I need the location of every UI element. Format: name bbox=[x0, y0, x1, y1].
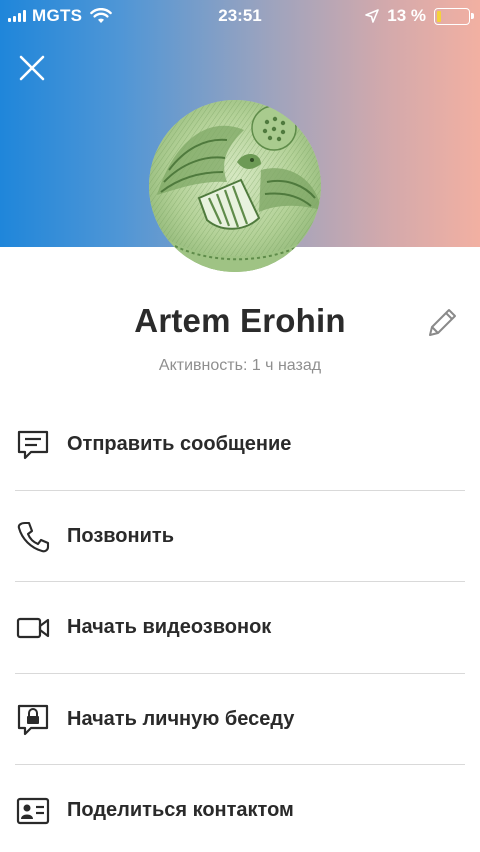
start-video-call-button[interactable]: Начать видеозвонок bbox=[0, 582, 480, 674]
locked-chat-icon bbox=[17, 704, 49, 735]
message-icon bbox=[17, 430, 49, 460]
close-icon[interactable] bbox=[16, 52, 48, 84]
avatar[interactable] bbox=[149, 100, 321, 272]
phone-icon bbox=[17, 521, 50, 552]
avatar-image bbox=[149, 100, 321, 272]
location-arrow-icon bbox=[365, 9, 380, 23]
menu-item-label: Отправить сообщение bbox=[67, 433, 292, 455]
menu-item-label: Позвонить bbox=[67, 524, 174, 547]
video-camera-icon bbox=[16, 617, 50, 639]
battery-level-fill bbox=[437, 10, 441, 22]
status-bar-right: 13 % bbox=[365, 6, 474, 26]
battery-percent: 13 % bbox=[387, 6, 426, 25]
menu-item-label: Начать личную беседу bbox=[67, 707, 295, 730]
profile-name: Artem Erohin bbox=[134, 302, 346, 339]
profile-actions-menu: Отправить сообщение Позвонить Начать вид… bbox=[0, 399, 480, 852]
share-contact-button[interactable]: Поделиться контактом bbox=[0, 765, 480, 852]
send-message-button[interactable]: Отправить сообщение bbox=[0, 399, 480, 491]
menu-item-label: Поделиться контактом bbox=[67, 799, 294, 821]
start-private-chat-button[interactable]: Начать личную беседу bbox=[0, 674, 480, 765]
menu-item-label: Начать видеозвонок bbox=[67, 616, 272, 638]
last-activity: Активность: 1 ч назад bbox=[158, 357, 322, 374]
contact-card-icon bbox=[16, 797, 50, 825]
pencil-icon[interactable] bbox=[422, 305, 460, 343]
status-bar: MGTS 23:51 13 % bbox=[0, 0, 480, 32]
battery-icon bbox=[434, 7, 474, 25]
call-button[interactable]: Позвонить bbox=[0, 491, 480, 582]
